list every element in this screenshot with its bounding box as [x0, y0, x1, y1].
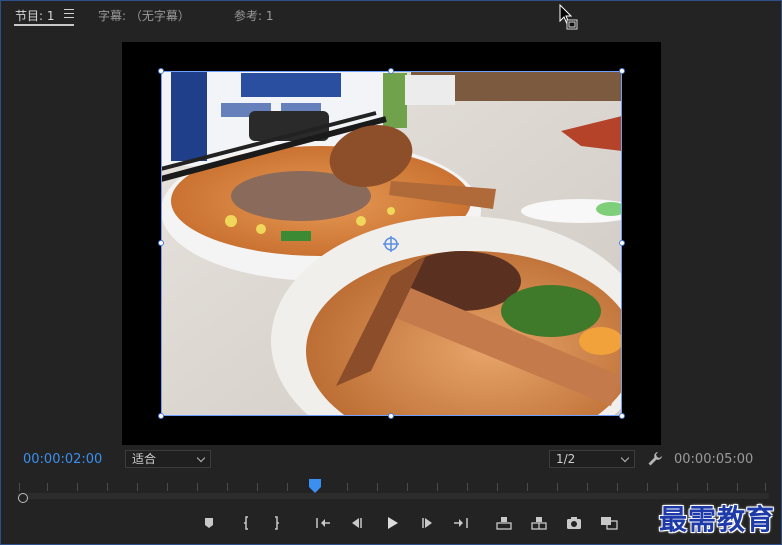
go-to-out-icon [454, 518, 468, 528]
mark-out-icon [275, 516, 279, 530]
panel-menu-icon[interactable] [64, 9, 74, 19]
zoom-scroll-handle[interactable] [18, 493, 28, 503]
compare-icon [601, 517, 618, 530]
chevron-down-icon [620, 453, 630, 463]
playback-resolution-select[interactable]: 1/2 [549, 450, 635, 468]
go-to-in-button[interactable] [314, 514, 332, 532]
marker-icon [205, 518, 213, 528]
play-button[interactable] [383, 514, 401, 532]
step-back-icon [352, 518, 362, 528]
camera-icon [567, 517, 581, 529]
mark-in-button[interactable] [237, 514, 255, 532]
panel-tab-bar: 节目: 1 字幕: （无字幕） 参考: 1 [1, 1, 781, 29]
time-ruler[interactable] [17, 475, 769, 505]
chevron-down-icon [196, 453, 206, 463]
tab-program[interactable]: 节目: 1 [15, 7, 55, 24]
anchor-point-icon[interactable] [383, 236, 399, 252]
transform-handle-bottom-right[interactable] [619, 413, 625, 419]
lift-icon [496, 517, 512, 530]
transform-handle-top[interactable] [388, 68, 394, 74]
watermark-text: 最需教育 [659, 503, 776, 536]
transform-handle-bottom[interactable] [388, 413, 394, 419]
export-frame-button[interactable] [565, 514, 583, 532]
wrench-icon[interactable] [647, 451, 663, 467]
step-forward-button[interactable] [419, 514, 437, 532]
transform-handle-bottom-left[interactable] [158, 413, 164, 419]
zoom-scroll-bar[interactable] [17, 493, 769, 499]
play-icon [388, 517, 398, 529]
mark-out-button[interactable] [268, 514, 286, 532]
zoom-level-value: 适合 [132, 452, 157, 466]
transform-handle-left[interactable] [158, 240, 164, 246]
transform-handle-top-left[interactable] [158, 68, 164, 74]
transform-handle-right[interactable] [619, 240, 625, 246]
extract-icon [531, 517, 547, 530]
transform-handle-top-right[interactable] [619, 68, 625, 74]
playhead-icon[interactable] [309, 479, 321, 493]
add-marker-button[interactable] [200, 514, 218, 532]
tab-captions[interactable]: 字幕: （无字幕） [98, 7, 190, 24]
go-to-out-button[interactable] [452, 514, 470, 532]
extract-button[interactable] [530, 514, 548, 532]
step-forward-icon [422, 518, 432, 528]
tab-reference[interactable]: 参考: 1 [234, 7, 274, 24]
mouse-cursor-icon [559, 4, 578, 30]
lift-button[interactable] [495, 514, 513, 532]
zoom-level-select[interactable]: 适合 [125, 450, 211, 468]
step-back-button[interactable] [347, 514, 365, 532]
duration-timecode: 00:00:05:00 [674, 452, 754, 467]
mark-in-icon [244, 516, 248, 530]
current-timecode[interactable]: 00:00:02:00 [23, 452, 102, 467]
active-tab-underline [14, 24, 74, 26]
program-monitor-panel: 节目: 1 字幕: （无字幕） 参考: 1 00:00:02:00 适合 1/2… [0, 0, 782, 545]
go-to-in-icon [316, 518, 330, 528]
compare-view-button[interactable] [600, 514, 618, 532]
playback-resolution-value: 1/2 [556, 452, 576, 466]
